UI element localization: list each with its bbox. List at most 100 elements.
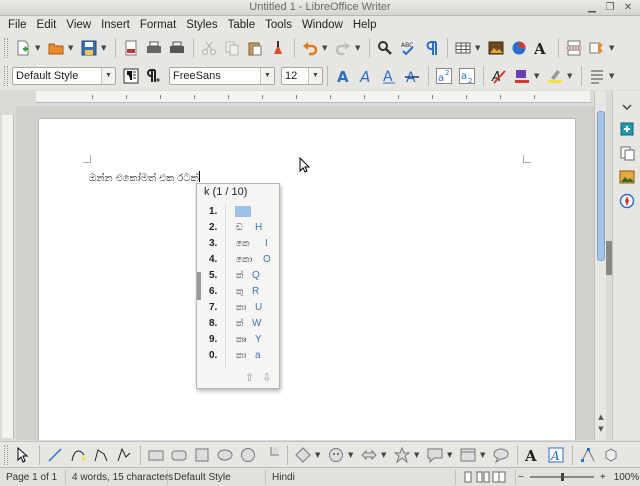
- paragraph-style-combo[interactable]: Default Style ▼: [12, 67, 116, 85]
- menu-view[interactable]: View: [61, 19, 96, 31]
- zoom-slider-knob[interactable]: [560, 473, 564, 481]
- save-icon[interactable]: [78, 37, 100, 59]
- fontwork-icon[interactable]: A: [531, 37, 553, 59]
- minimize-icon[interactable]: ▁: [584, 1, 600, 14]
- menu-help[interactable]: Help: [348, 19, 382, 31]
- candidate-item[interactable]: 0. කා a: [197, 348, 281, 364]
- highlight-dropdown-icon[interactable]: ▼: [567, 72, 575, 80]
- table-dropdown-icon[interactable]: ▼: [475, 44, 483, 52]
- page-break-icon[interactable]: [563, 37, 585, 59]
- scrollbar-thumb[interactable]: [597, 111, 605, 261]
- page-indicator[interactable]: Page 1 of 1: [0, 469, 66, 485]
- rectangle-icon[interactable]: [145, 444, 167, 466]
- freeform-icon[interactable]: [113, 444, 135, 466]
- undo-icon[interactable]: [299, 37, 321, 59]
- menu-window[interactable]: Window: [297, 19, 348, 31]
- symbols-dropdown-icon[interactable]: ▼: [348, 451, 356, 459]
- clear-formatting-icon[interactable]: A: [488, 65, 510, 87]
- candidate-item[interactable]: 8. ක් W: [197, 316, 281, 332]
- polygon-icon[interactable]: [90, 444, 112, 466]
- zoom-out-icon[interactable]: −: [516, 472, 526, 483]
- chevron-down-icon[interactable]: ▼: [101, 68, 115, 84]
- previous-page-icon[interactable]: ⇧: [245, 371, 254, 384]
- multi-page-view-icon[interactable]: [476, 471, 490, 483]
- properties-icon[interactable]: [617, 119, 637, 139]
- horizontal-ruler[interactable]: [36, 91, 590, 103]
- bold-icon[interactable]: A: [332, 65, 354, 87]
- styles-icon[interactable]: [617, 143, 637, 163]
- points-icon[interactable]: [577, 444, 599, 466]
- rounded-rectangle-icon[interactable]: [168, 444, 190, 466]
- export-pdf-icon[interactable]: [120, 37, 142, 59]
- word-count[interactable]: 4 words, 15 characters: [66, 469, 173, 485]
- insert-chart-icon[interactable]: [508, 37, 530, 59]
- undo-dropdown-icon[interactable]: ▼: [322, 44, 330, 52]
- styles-sidebar-icon[interactable]: [120, 65, 142, 87]
- page-style[interactable]: Default Style: [168, 469, 266, 485]
- list-icon[interactable]: [586, 65, 608, 87]
- highlight-icon[interactable]: [544, 65, 566, 87]
- font-color-icon[interactable]: [511, 65, 533, 87]
- spellcheck-icon[interactable]: ABC: [397, 37, 419, 59]
- document-text[interactable]: ඔන්න එකෝමත් එක රටක්: [89, 171, 200, 184]
- print-icon[interactable]: [143, 37, 165, 59]
- toolbar-grip[interactable]: [4, 38, 8, 58]
- insert-field-icon[interactable]: [586, 37, 608, 59]
- circle-icon[interactable]: [237, 444, 259, 466]
- insert-table-icon[interactable]: [452, 37, 474, 59]
- menu-insert[interactable]: Insert: [96, 19, 135, 31]
- menu-format[interactable]: Format: [135, 19, 181, 31]
- select-icon[interactable]: [12, 444, 34, 466]
- redo-dropdown-icon[interactable]: ▼: [355, 44, 363, 52]
- candidate-item[interactable]: 9. කෘ Y: [197, 332, 281, 348]
- font-color-dropdown-icon[interactable]: ▼: [534, 72, 542, 80]
- candidate-item[interactable]: 7. කා U: [197, 300, 281, 316]
- save-dropdown-icon[interactable]: ▼: [101, 44, 109, 52]
- basic-shapes-icon[interactable]: [292, 444, 314, 466]
- menu-tools[interactable]: Tools: [260, 19, 297, 31]
- arrows-dropdown-icon[interactable]: ▼: [381, 451, 389, 459]
- document-page[interactable]: ඔන්න එකෝමත් එක රටක්: [38, 118, 576, 440]
- text-box-icon[interactable]: A: [545, 444, 567, 466]
- zoom-slider[interactable]: [529, 473, 594, 481]
- list-dropdown-icon[interactable]: ▼: [609, 72, 617, 80]
- field-dropdown-icon[interactable]: ▼: [609, 44, 617, 52]
- candidate-item[interactable]: 2. ඩ H: [197, 220, 281, 236]
- cut-icon[interactable]: [198, 37, 220, 59]
- candidate-item[interactable]: 3. කෙ I: [197, 236, 281, 252]
- paste-icon[interactable]: [244, 37, 266, 59]
- text-language[interactable]: Hindi: [266, 469, 456, 485]
- symbol-shapes-icon[interactable]: [325, 444, 347, 466]
- candidate-item[interactable]: 6. කු R: [197, 284, 281, 300]
- vertical-scrollbar[interactable]: ▲ ▼: [594, 91, 606, 440]
- sidebar-menu-icon[interactable]: [617, 97, 637, 117]
- copy-icon[interactable]: [221, 37, 243, 59]
- menu-table[interactable]: Table: [223, 19, 261, 31]
- chevron-down-icon[interactable]: ▼: [308, 68, 322, 84]
- candidate-item[interactable]: 1.: [197, 204, 281, 220]
- open-folder-icon[interactable]: [45, 37, 67, 59]
- menu-edit[interactable]: Edit: [32, 19, 62, 31]
- close-icon[interactable]: ✕: [620, 1, 636, 14]
- stars-icon[interactable]: [391, 444, 413, 466]
- open-dropdown-icon[interactable]: ▼: [68, 44, 76, 52]
- menu-styles[interactable]: Styles: [181, 19, 222, 31]
- maximize-icon[interactable]: ❐: [602, 1, 618, 14]
- chevron-down-icon[interactable]: ▼: [260, 68, 274, 84]
- ime-candidate-window[interactable]: k (1 / 10) 1. 2. ඩ H 3. කෙ I 4. කො O 5. …: [196, 183, 280, 389]
- candidate-item[interactable]: 4. කො O: [197, 252, 281, 268]
- superscript-icon[interactable]: a2: [433, 65, 455, 87]
- block-arrows-icon[interactable]: [358, 444, 380, 466]
- callouts-dropdown-icon[interactable]: ▼: [447, 451, 455, 459]
- stars-dropdown-icon[interactable]: ▼: [414, 451, 422, 459]
- insert-image-icon[interactable]: [485, 37, 507, 59]
- pie-icon[interactable]: [260, 444, 282, 466]
- next-page-icon[interactable]: ⇩: [262, 371, 271, 384]
- navigator-icon[interactable]: [617, 191, 637, 211]
- toolbar-grip[interactable]: [4, 444, 8, 465]
- line-icon[interactable]: [44, 444, 66, 466]
- comment-shape-icon[interactable]: [490, 444, 512, 466]
- redo-icon[interactable]: [332, 37, 354, 59]
- book-view-icon[interactable]: [492, 471, 506, 483]
- subscript-icon[interactable]: a2: [456, 65, 478, 87]
